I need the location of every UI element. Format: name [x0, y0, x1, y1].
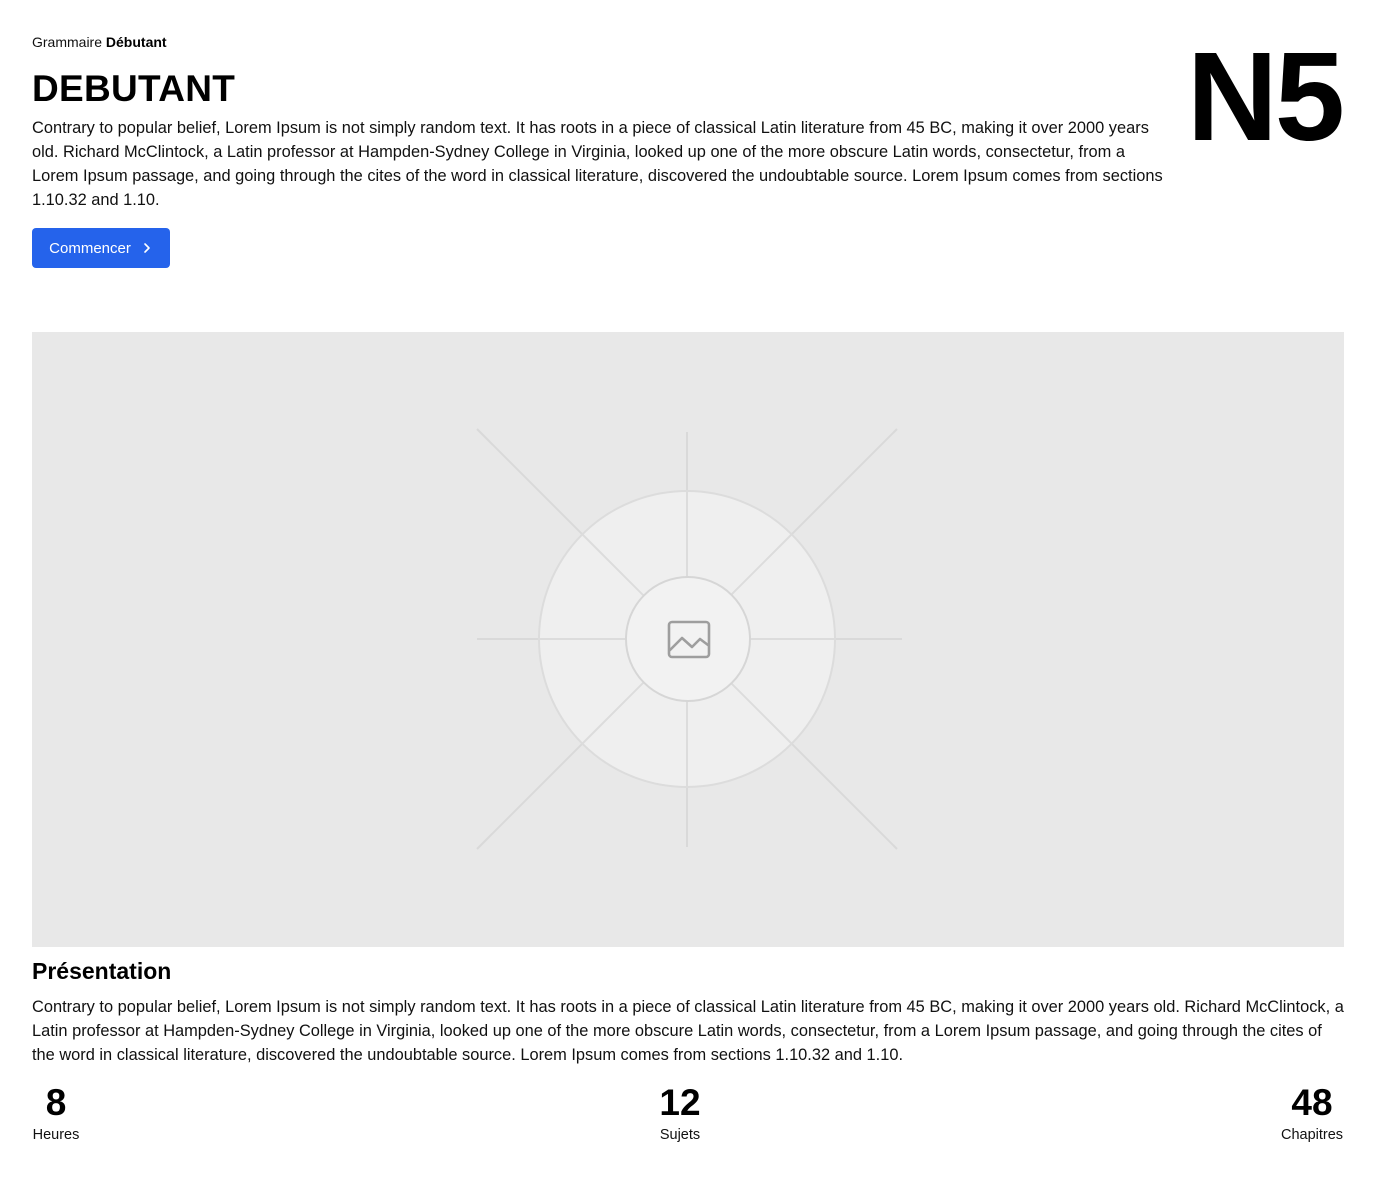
level-badge: N5 — [1186, 26, 1345, 167]
image-placeholder — [32, 332, 1344, 947]
start-button-label: Commencer — [49, 239, 131, 257]
stat-chapters: 48 Chapitres — [1278, 1082, 1346, 1145]
page-title: DEBUTANT — [32, 68, 236, 109]
chevron-right-icon — [144, 243, 150, 253]
stat-hours: 8 Heures — [32, 1082, 80, 1145]
stat-label: Chapitres — [1280, 1127, 1344, 1143]
hero-description: Contrary to popular belief, Lorem Ipsum … — [32, 119, 1163, 209]
image-placeholder-graphic — [476, 428, 902, 850]
stat-value: 12 — [659, 1082, 701, 1123]
stat-topics: 12 Sujets — [652, 1082, 708, 1145]
stat-label: Heures — [32, 1127, 80, 1143]
stat-label: Sujets — [659, 1127, 701, 1143]
breadcrumb-current: Débutant — [105, 34, 167, 50]
stat-value: 8 — [45, 1082, 67, 1123]
presentation-description: Contrary to popular belief, Lorem Ipsum … — [32, 998, 1344, 1064]
breadcrumb-parent[interactable]: Grammaire — [32, 34, 102, 50]
breadcrumb: Grammaire Débutant — [32, 32, 167, 52]
start-button[interactable]: Commencer — [32, 228, 170, 268]
presentation-title: Présentation — [32, 958, 172, 984]
hero-section: Grammaire Débutant DEBUTANT N5 Contrary … — [32, 26, 1345, 282]
stat-value: 48 — [1291, 1082, 1333, 1123]
